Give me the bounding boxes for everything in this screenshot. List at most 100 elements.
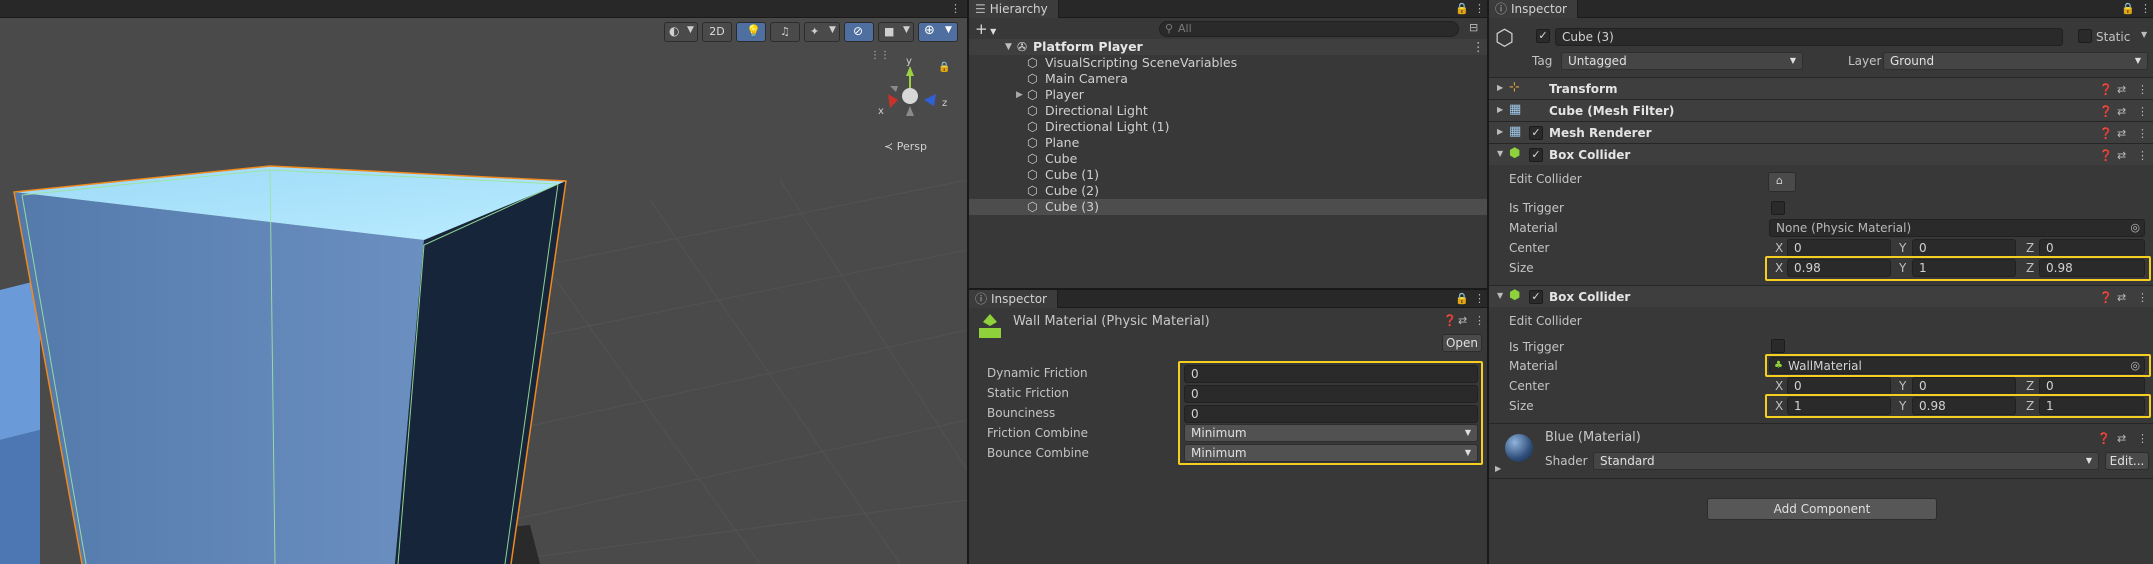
list-item-selected[interactable]: ⬡ Cube (3) — [969, 199, 1487, 215]
more-icon[interactable]: ⋮ — [2137, 432, 2148, 445]
help-icon[interactable]: ❓ — [2099, 105, 2113, 118]
center-x-input[interactable]: 0 — [1787, 377, 1891, 395]
tag-select[interactable]: Untagged ▼ — [1561, 52, 1803, 70]
layer-select[interactable]: Ground ▼ — [1883, 52, 2148, 70]
gameobject-icon[interactable]: ⬡ — [1495, 26, 1514, 51]
audio-toggle[interactable]: ♫ — [770, 22, 800, 42]
chevron-right-icon[interactable]: ▶ — [1495, 464, 1501, 473]
list-item[interactable]: ⬡ Directional Light (1) — [969, 119, 1487, 135]
more-icon[interactable]: ⋮ — [1474, 314, 1485, 327]
list-item[interactable]: ⬡ Directional Light — [969, 103, 1487, 119]
help-icon[interactable]: ❓ — [1443, 314, 1457, 327]
orientation-gizmo[interactable] — [876, 52, 956, 122]
tab-hierarchy[interactable]: ☰ Hierarchy — [969, 0, 1059, 18]
size-x-input[interactable]: 1 — [1787, 397, 1891, 415]
size-x-input[interactable]: 0.98 — [1787, 259, 1891, 277]
effects-button[interactable]: ✦ ▼ — [804, 22, 840, 42]
center-x-input[interactable]: 0 — [1787, 239, 1891, 257]
camera-button[interactable]: ■ ▼ — [878, 22, 914, 42]
more-icon[interactable]: ⋮ — [1474, 2, 1485, 15]
center-y-input[interactable]: 0 — [1912, 239, 2016, 257]
physic-material-field[interactable]: ♣ WallMaterial ◎ — [1769, 357, 2145, 374]
list-item[interactable]: ⬡ Cube — [969, 151, 1487, 167]
lock-icon[interactable]: 🔒 — [1455, 292, 1469, 305]
mesh-filter-component-header[interactable]: ▶ ▦ Cube (Mesh Filter) ❓ ⇄ ⋮ — [1489, 99, 2153, 121]
preset-icon[interactable]: ⇄ — [2117, 432, 2126, 445]
object-picker-icon[interactable]: ◎ — [2130, 358, 2140, 374]
center-y-input[interactable]: 0 — [1912, 377, 2016, 395]
more-icon[interactable]: ⋮ — [2137, 149, 2148, 162]
list-item[interactable]: ⬡ Main Camera — [969, 71, 1487, 87]
mode-2d-button[interactable]: 2D — [702, 22, 732, 42]
active-checkbox[interactable]: ✓ — [1536, 29, 1550, 43]
preset-icon[interactable]: ⇄ — [2117, 105, 2126, 118]
edit-shader-button[interactable]: Edit... — [2105, 452, 2149, 470]
chevron-down-icon[interactable]: ▼ — [2141, 30, 2147, 39]
list-item[interactable]: ⬡ VisualScripting SceneVariables — [969, 55, 1487, 71]
lock-icon[interactable]: 🔒 — [1455, 2, 1469, 15]
more-icon[interactable]: ⋮ — [2137, 83, 2148, 96]
scene-more-icon[interactable]: ⋮ — [950, 2, 961, 15]
lock-icon[interactable]: 🔒 — [2121, 2, 2135, 15]
preset-icon[interactable]: ⇄ — [2117, 83, 2126, 96]
static-friction-input[interactable]: 0 — [1184, 385, 1478, 403]
bounciness-input[interactable]: 0 — [1184, 405, 1478, 423]
mesh-renderer-component-header[interactable]: ▶ ▦ ✓ Mesh Renderer ❓ ⇄ ⋮ — [1489, 121, 2153, 143]
center-z-input[interactable]: 0 — [2039, 239, 2145, 257]
box-collider-2-header[interactable]: ▼ ⬢ ✓ Box Collider ❓ ⇄ ⋮ — [1489, 285, 2153, 307]
help-icon[interactable]: ❓ — [2099, 83, 2113, 96]
help-icon[interactable]: ❓ — [2097, 432, 2111, 445]
list-item[interactable]: ⬡ Plane — [969, 135, 1487, 151]
more-icon[interactable]: ⋮ — [2137, 291, 2148, 304]
enabled-checkbox[interactable]: ✓ — [1529, 148, 1543, 162]
list-item[interactable]: ⬡ Cube (2) — [969, 183, 1487, 199]
projection-toggle[interactable]: ≺ Persp — [884, 140, 927, 153]
enabled-checkbox[interactable]: ✓ — [1529, 126, 1543, 140]
open-button[interactable]: Open — [1442, 334, 1482, 352]
list-item[interactable]: ▶ ⬡ Player — [969, 87, 1487, 103]
object-name-input[interactable]: Cube (3) — [1555, 28, 2063, 46]
lighting-toggle[interactable]: 💡 — [736, 22, 766, 42]
center-z-input[interactable]: 0 — [2039, 377, 2145, 395]
size-z-input[interactable]: 1 — [2039, 397, 2145, 415]
more-icon[interactable]: ⋮ — [2140, 2, 2151, 15]
size-y-input[interactable]: 1 — [1912, 259, 2016, 277]
is-trigger-checkbox[interactable] — [1771, 339, 1785, 353]
preset-icon[interactable]: ⇄ — [1458, 314, 1467, 327]
scene-view[interactable]: ⋮ ◐ ▼ 2D 💡 ♫ ✦ ▼ ⊘ ■ ▼ ⊕ ▼ ⋮⋮ 🔒 y x z ≺ … — [0, 0, 967, 564]
box-collider-1-header[interactable]: ▼ ⬢ ✓ Box Collider ❓ ⇄ ⋮ — [1489, 143, 2153, 165]
shader-select[interactable]: Standard ▼ — [1593, 452, 2099, 470]
list-item[interactable]: ⬡ Cube (1) — [969, 167, 1487, 183]
more-icon[interactable]: ⋮ — [2137, 105, 2148, 118]
more-icon[interactable]: ⋮ — [1474, 292, 1485, 305]
size-z-input[interactable]: 0.98 — [2039, 259, 2145, 277]
chevron-down-icon[interactable]: ▼ — [1005, 39, 1012, 55]
enabled-checkbox[interactable]: ✓ — [1529, 290, 1543, 304]
scene-canvas[interactable] — [0, 18, 967, 564]
scene-root-row[interactable]: ▼ ✇ Platform Player ⋮ — [969, 39, 1487, 55]
static-checkbox[interactable] — [2078, 29, 2092, 43]
preset-icon[interactable]: ⇄ — [2117, 127, 2126, 140]
physic-material-field[interactable]: None (Physic Material) ◎ — [1769, 219, 2145, 237]
preset-icon[interactable]: ⇄ — [2117, 291, 2126, 304]
bounce-combine-select[interactable]: Minimum ▼ — [1184, 444, 1478, 462]
add-component-button[interactable]: Add Component — [1707, 498, 1937, 520]
dynamic-friction-input[interactable]: 0 — [1184, 365, 1478, 383]
scene-visibility-icon[interactable]: ⊟ — [1469, 21, 1478, 34]
object-picker-icon[interactable]: ◎ — [2130, 220, 2140, 236]
chevron-right-icon[interactable]: ▶ — [1016, 87, 1023, 103]
draw-mode-button[interactable]: ◐ ▼ — [664, 22, 698, 42]
preset-icon[interactable]: ⇄ — [2117, 149, 2126, 162]
gizmos-button[interactable]: ⊕ ▼ — [918, 22, 958, 42]
scene-more-icon[interactable]: ⋮ — [1472, 39, 1485, 55]
help-icon[interactable]: ❓ — [2099, 127, 2113, 140]
help-icon[interactable]: ❓ — [2099, 149, 2113, 162]
hidden-objects-toggle[interactable]: ⊘ — [844, 22, 874, 42]
hierarchy-search[interactable]: ⚲ All — [1159, 21, 1459, 37]
is-trigger-checkbox[interactable] — [1771, 201, 1785, 215]
edit-collider-button[interactable]: ⌂ — [1768, 172, 1796, 192]
add-object-button[interactable]: + ▼ — [975, 20, 996, 38]
help-icon[interactable]: ❓ — [2099, 291, 2113, 304]
tab-inspector[interactable]: ⓘ Inspector — [969, 290, 1058, 308]
transform-component-header[interactable]: ▶ ⊹ Transform ❓ ⇄ ⋮ — [1489, 77, 2153, 99]
